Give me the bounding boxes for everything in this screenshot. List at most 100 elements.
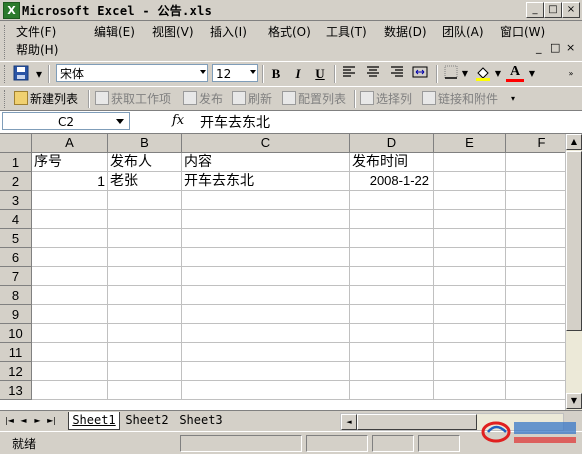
chevron-down-icon[interactable]: ▼ bbox=[461, 65, 469, 83]
prev-sheet-icon[interactable]: ◄ bbox=[18, 414, 29, 428]
vertical-scroll-thumb[interactable] bbox=[566, 151, 582, 331]
row-header-9[interactable]: 9 bbox=[0, 305, 32, 324]
fill-color-icon[interactable] bbox=[474, 65, 492, 83]
cell-b1[interactable]: 发布人 bbox=[108, 153, 182, 172]
tab-sheet1[interactable]: Sheet1 bbox=[68, 412, 120, 430]
align-center-icon[interactable] bbox=[364, 65, 382, 83]
italic-button[interactable]: I bbox=[290, 65, 306, 83]
cell-b10[interactable] bbox=[108, 324, 182, 343]
cell-e6[interactable] bbox=[434, 248, 506, 267]
cell-d5[interactable] bbox=[350, 229, 434, 248]
cell-a6[interactable] bbox=[32, 248, 108, 267]
font-color-button[interactable]: A bbox=[506, 65, 524, 82]
cell-c6[interactable] bbox=[182, 248, 350, 267]
cell-e8[interactable] bbox=[434, 286, 506, 305]
cell-a2[interactable]: 1 bbox=[32, 172, 108, 191]
cell-d7[interactable] bbox=[350, 267, 434, 286]
align-right-icon[interactable] bbox=[388, 65, 406, 83]
choose-columns-button[interactable]: 选择列 bbox=[360, 90, 412, 108]
tab-sheet2[interactable]: Sheet2 bbox=[122, 412, 172, 429]
bold-button[interactable]: B bbox=[268, 65, 284, 83]
font-size-select[interactable]: 12 bbox=[212, 64, 258, 82]
menu-edit[interactable]: 编辑(E) bbox=[94, 23, 135, 40]
column-header-d[interactable]: D bbox=[350, 134, 434, 152]
cell-d4[interactable] bbox=[350, 210, 434, 229]
row-header-3[interactable]: 3 bbox=[0, 191, 32, 210]
configure-list-button[interactable]: 配置列表 bbox=[282, 90, 346, 108]
cell-a4[interactable] bbox=[32, 210, 108, 229]
cell-a3[interactable] bbox=[32, 191, 108, 210]
cell-b8[interactable] bbox=[108, 286, 182, 305]
row-header-13[interactable]: 13 bbox=[0, 381, 32, 400]
menu-tools[interactable]: 工具(T) bbox=[326, 23, 367, 40]
cell-e12[interactable] bbox=[434, 362, 506, 381]
menu-view[interactable]: 视图(V) bbox=[152, 23, 194, 40]
menu-insert[interactable]: 插入(I) bbox=[210, 23, 247, 40]
cell-d3[interactable] bbox=[350, 191, 434, 210]
chevron-down-icon[interactable]: ▼ bbox=[494, 65, 502, 83]
scroll-up-icon[interactable]: ▲ bbox=[566, 134, 582, 150]
font-name-select[interactable]: 宋体 bbox=[56, 64, 208, 82]
maximize-button[interactable]: □ bbox=[544, 2, 562, 18]
cell-c8[interactable] bbox=[182, 286, 350, 305]
cell-a7[interactable] bbox=[32, 267, 108, 286]
cell-d6[interactable] bbox=[350, 248, 434, 267]
menu-data[interactable]: 数据(D) bbox=[384, 23, 427, 40]
cell-d1[interactable]: 发布时间 bbox=[350, 153, 434, 172]
cell-d13[interactable] bbox=[350, 381, 434, 400]
cell-b4[interactable] bbox=[108, 210, 182, 229]
cell-c4[interactable] bbox=[182, 210, 350, 229]
cell-e13[interactable] bbox=[434, 381, 506, 400]
cell-b7[interactable] bbox=[108, 267, 182, 286]
cell-e10[interactable] bbox=[434, 324, 506, 343]
scroll-left-icon[interactable]: ◄ bbox=[341, 414, 357, 430]
cell-e2[interactable] bbox=[434, 172, 506, 191]
doc-minimize-button[interactable]: _ bbox=[536, 41, 542, 54]
scroll-down-icon[interactable]: ▼ bbox=[566, 393, 582, 409]
cell-c5[interactable] bbox=[182, 229, 350, 248]
cell-d11[interactable] bbox=[350, 343, 434, 362]
row-header-4[interactable]: 4 bbox=[0, 210, 32, 229]
new-list-button[interactable]: 新建列表 bbox=[14, 90, 78, 108]
doc-close-button[interactable]: × bbox=[566, 41, 575, 54]
cell-a1[interactable]: 序号 bbox=[32, 153, 108, 172]
excel-app-icon[interactable]: X bbox=[3, 2, 20, 19]
cell-d8[interactable] bbox=[350, 286, 434, 305]
merge-center-icon[interactable] bbox=[410, 65, 430, 83]
chevron-down-icon[interactable]: ▼ bbox=[528, 65, 536, 83]
cell-e11[interactable] bbox=[434, 343, 506, 362]
menu-format[interactable]: 格式(O) bbox=[268, 23, 311, 40]
cell-d10[interactable] bbox=[350, 324, 434, 343]
cell-e3[interactable] bbox=[434, 191, 506, 210]
cell-a12[interactable] bbox=[32, 362, 108, 381]
row-header-8[interactable]: 8 bbox=[0, 286, 32, 305]
row-header-1[interactable]: 1 bbox=[0, 153, 32, 172]
vertical-scrollbar[interactable]: ▲ ▼ bbox=[565, 134, 582, 410]
insert-function-icon[interactable]: fx bbox=[172, 113, 184, 128]
cell-a10[interactable] bbox=[32, 324, 108, 343]
column-header-e[interactable]: E bbox=[434, 134, 506, 152]
cell-c2[interactable]: 开车去东北 bbox=[182, 172, 350, 191]
get-work-items-button[interactable]: 获取工作项 bbox=[95, 90, 171, 108]
row-header-11[interactable]: 11 bbox=[0, 343, 32, 362]
tab-sheet3[interactable]: Sheet3 bbox=[176, 412, 226, 429]
cell-e4[interactable] bbox=[434, 210, 506, 229]
save-icon[interactable] bbox=[12, 65, 30, 83]
underline-button[interactable]: U bbox=[312, 65, 328, 83]
row-header-6[interactable]: 6 bbox=[0, 248, 32, 267]
cell-c7[interactable] bbox=[182, 267, 350, 286]
borders-icon[interactable] bbox=[442, 65, 460, 83]
name-box[interactable]: C2 bbox=[2, 112, 130, 130]
cell-c11[interactable] bbox=[182, 343, 350, 362]
horizontal-scroll-thumb[interactable] bbox=[357, 414, 477, 430]
cell-e7[interactable] bbox=[434, 267, 506, 286]
cell-a8[interactable] bbox=[32, 286, 108, 305]
first-sheet-icon[interactable]: |◄ bbox=[4, 414, 15, 428]
cell-d9[interactable] bbox=[350, 305, 434, 324]
toolbar-options-icon[interactable]: ▾ bbox=[34, 65, 44, 83]
cell-d12[interactable] bbox=[350, 362, 434, 381]
toolbar-overflow-icon[interactable]: ▾ bbox=[508, 90, 518, 108]
menu-window[interactable]: 窗口(W) bbox=[500, 23, 545, 40]
cell-b6[interactable] bbox=[108, 248, 182, 267]
cell-c1[interactable]: 内容 bbox=[182, 153, 350, 172]
